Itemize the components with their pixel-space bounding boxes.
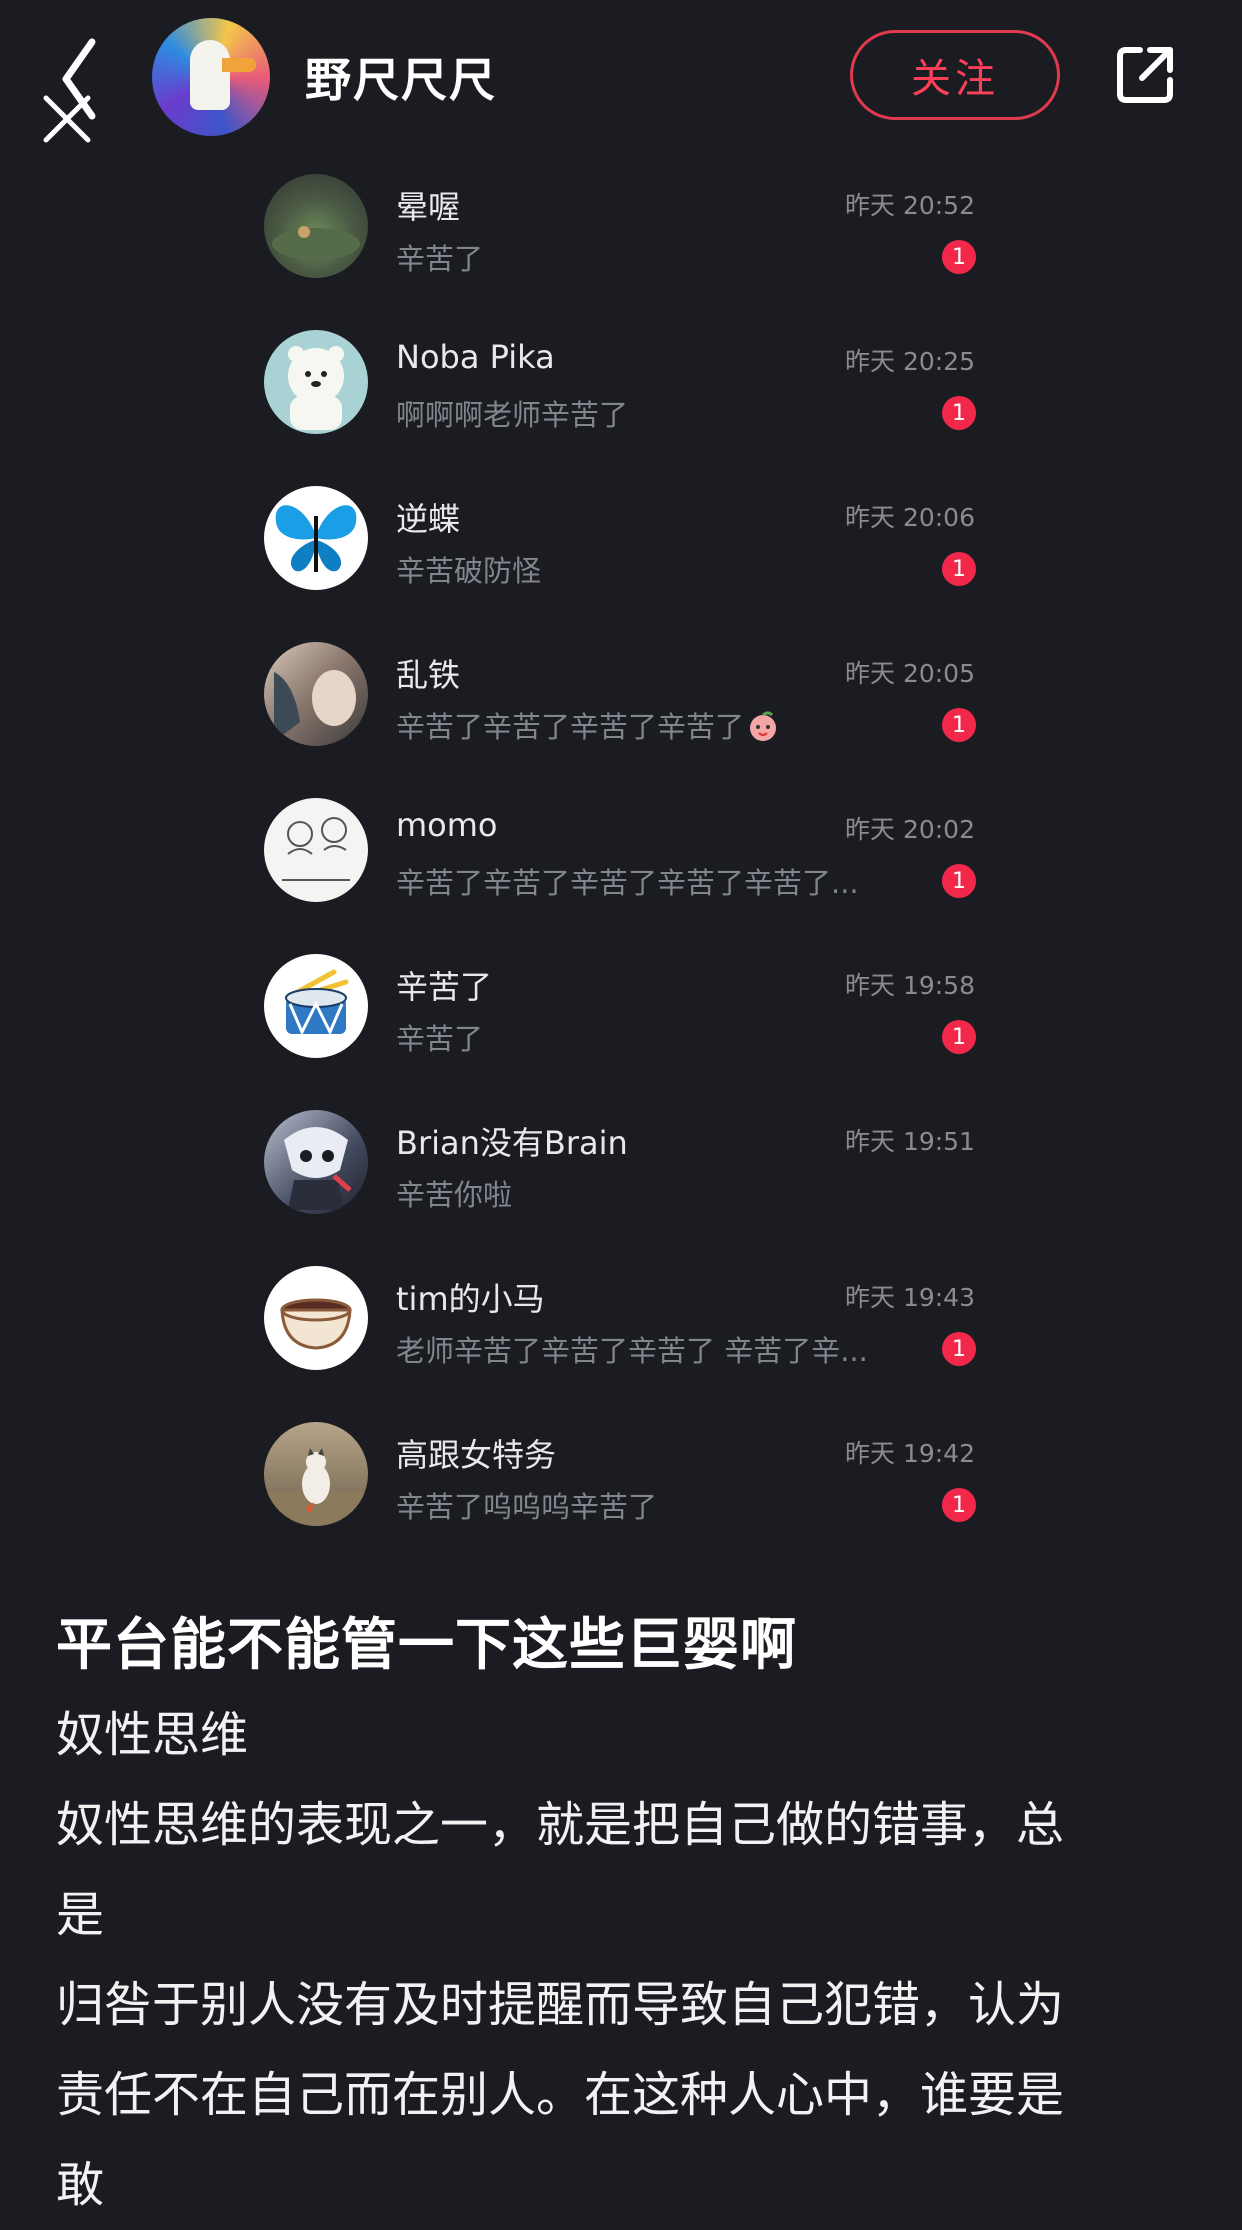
- share-icon[interactable]: [1112, 42, 1178, 108]
- timestamp: 昨天 20:06: [845, 503, 975, 532]
- cat-photo-icon: [264, 1448, 368, 1526]
- message-preview: 辛苦了呜呜呜辛苦了: [396, 1490, 658, 1524]
- avatar: [264, 1266, 368, 1370]
- post-line: 奴性思维的表现之一，就是把自己做的错事，总: [56, 1797, 1065, 1853]
- timestamp: 昨天 19:42: [845, 1439, 975, 1468]
- follow-button[interactable]: 关注: [850, 30, 1060, 120]
- contact-name: 晕喔: [396, 188, 461, 226]
- avatar-bird-beak: [222, 58, 256, 72]
- sketch-drawing-icon: [282, 817, 350, 881]
- message-preview: 辛苦破防怪: [396, 554, 542, 588]
- timestamp: 昨天 20:05: [845, 659, 975, 688]
- unread-badge: 1: [942, 396, 976, 430]
- user-name[interactable]: 野尺尺尺: [305, 44, 497, 110]
- post-line: 归咎于别人没有及时提醒而导致自己犯错，认为: [56, 1977, 1065, 2033]
- unread-badge: 1: [942, 1332, 976, 1366]
- list-item[interactable]: 辛苦了 昨天 19:58 辛苦了 1: [0, 940, 1242, 1096]
- message-preview: 老师辛苦了辛苦了辛苦了 辛苦了辛...: [396, 1334, 868, 1368]
- post-line: 敢: [56, 2157, 105, 2213]
- contact-name: tim的小马: [396, 1280, 545, 1318]
- bowl-icon: [280, 1298, 352, 1350]
- unread-badge: 1: [942, 552, 976, 586]
- post-title: 平台能不能管一下这些巨婴啊: [56, 1613, 797, 1678]
- close-icon[interactable]: [40, 92, 94, 146]
- polar-bear-icon: [288, 346, 344, 430]
- avatar-photo-icon: [274, 670, 356, 742]
- timestamp: 昨天 19:58: [845, 971, 975, 1000]
- avatar: [264, 1422, 368, 1526]
- timestamp: 昨天 20:25: [845, 347, 975, 376]
- list-item[interactable]: momo 昨天 20:02 辛苦了辛苦了辛苦了辛苦了辛苦了... 1: [0, 784, 1242, 940]
- post-line: 奴性思维: [56, 1707, 249, 1763]
- anime-character-icon: [284, 1127, 352, 1210]
- avatar: [264, 798, 368, 902]
- contact-name: 辛苦了: [396, 968, 493, 1006]
- top-bar: 野尺尺尺 关注: [0, 0, 1242, 160]
- contact-name: 逆蝶: [396, 500, 461, 538]
- post-line: 是: [56, 1887, 105, 1943]
- list-item[interactable]: 逆蝶 昨天 20:06 辛苦破防怪 1: [0, 472, 1242, 628]
- timestamp: 昨天 19:51: [845, 1127, 975, 1156]
- list-item[interactable]: 晕喔 昨天 20:52 辛苦了 1: [0, 160, 1242, 316]
- unread-badge: 1: [942, 708, 976, 742]
- avatar: [264, 330, 368, 434]
- message-preview: 辛苦了辛苦了辛苦了辛苦了辛苦了...: [396, 866, 859, 900]
- unread-badge: 1: [942, 240, 976, 274]
- message-preview: 辛苦了: [396, 242, 484, 276]
- timestamp: 昨天 20:52: [845, 191, 975, 220]
- list-item[interactable]: Noba Pika 昨天 20:25 啊啊啊老师辛苦了 1: [0, 316, 1242, 472]
- timestamp: 昨天 20:02: [845, 815, 975, 844]
- list-item[interactable]: 高跟女特务 昨天 19:42 辛苦了呜呜呜辛苦了 1: [0, 1408, 1242, 1564]
- avatar: [264, 174, 368, 278]
- post-body: 奴性思维 奴性思维的表现之一，就是把自己做的错事，总 是 归咎于别人没有及时提醒…: [56, 1690, 1196, 2230]
- message-preview: 辛苦了: [396, 1022, 484, 1056]
- unread-badge: 1: [942, 1488, 976, 1522]
- avatar: [264, 954, 368, 1058]
- avatar: [264, 486, 368, 590]
- list-item[interactable]: 乱铁 昨天 20:05 辛苦了辛苦了辛苦了辛苦了 1: [0, 628, 1242, 784]
- peach-emoji-icon: [750, 711, 777, 741]
- drum-icon: [285, 969, 349, 1036]
- message-preview: 辛苦你啦: [396, 1178, 513, 1212]
- butterfly-icon: [275, 505, 357, 572]
- avatar: [264, 642, 368, 746]
- contact-name: Brian没有Brain: [396, 1124, 628, 1162]
- unread-badge: 1: [942, 864, 976, 898]
- list-item[interactable]: Brian没有Brain 昨天 19:51 辛苦你啦: [0, 1096, 1242, 1252]
- avatar-photo-icon: [272, 226, 360, 260]
- list-item[interactable]: tim的小马 昨天 19:43 老师辛苦了辛苦了辛苦了 辛苦了辛... 1: [0, 1252, 1242, 1408]
- avatar[interactable]: [152, 18, 270, 136]
- contact-name: Noba Pika: [396, 338, 555, 376]
- contact-name: 乱铁: [396, 656, 461, 694]
- avatar-bird-face: [190, 40, 230, 110]
- timestamp: 昨天 19:43: [845, 1283, 975, 1312]
- contact-name: momo: [396, 806, 498, 844]
- unread-badge: 1: [942, 1020, 976, 1054]
- message-preview: 啊啊啊老师辛苦了: [396, 398, 629, 432]
- message-preview: 辛苦了辛苦了辛苦了辛苦了: [396, 704, 780, 746]
- post-line: 责任不在自己而在别人。在这种人心中，谁要是: [56, 2067, 1065, 2123]
- avatar: [264, 1110, 368, 1214]
- contact-name: 高跟女特务: [396, 1436, 557, 1474]
